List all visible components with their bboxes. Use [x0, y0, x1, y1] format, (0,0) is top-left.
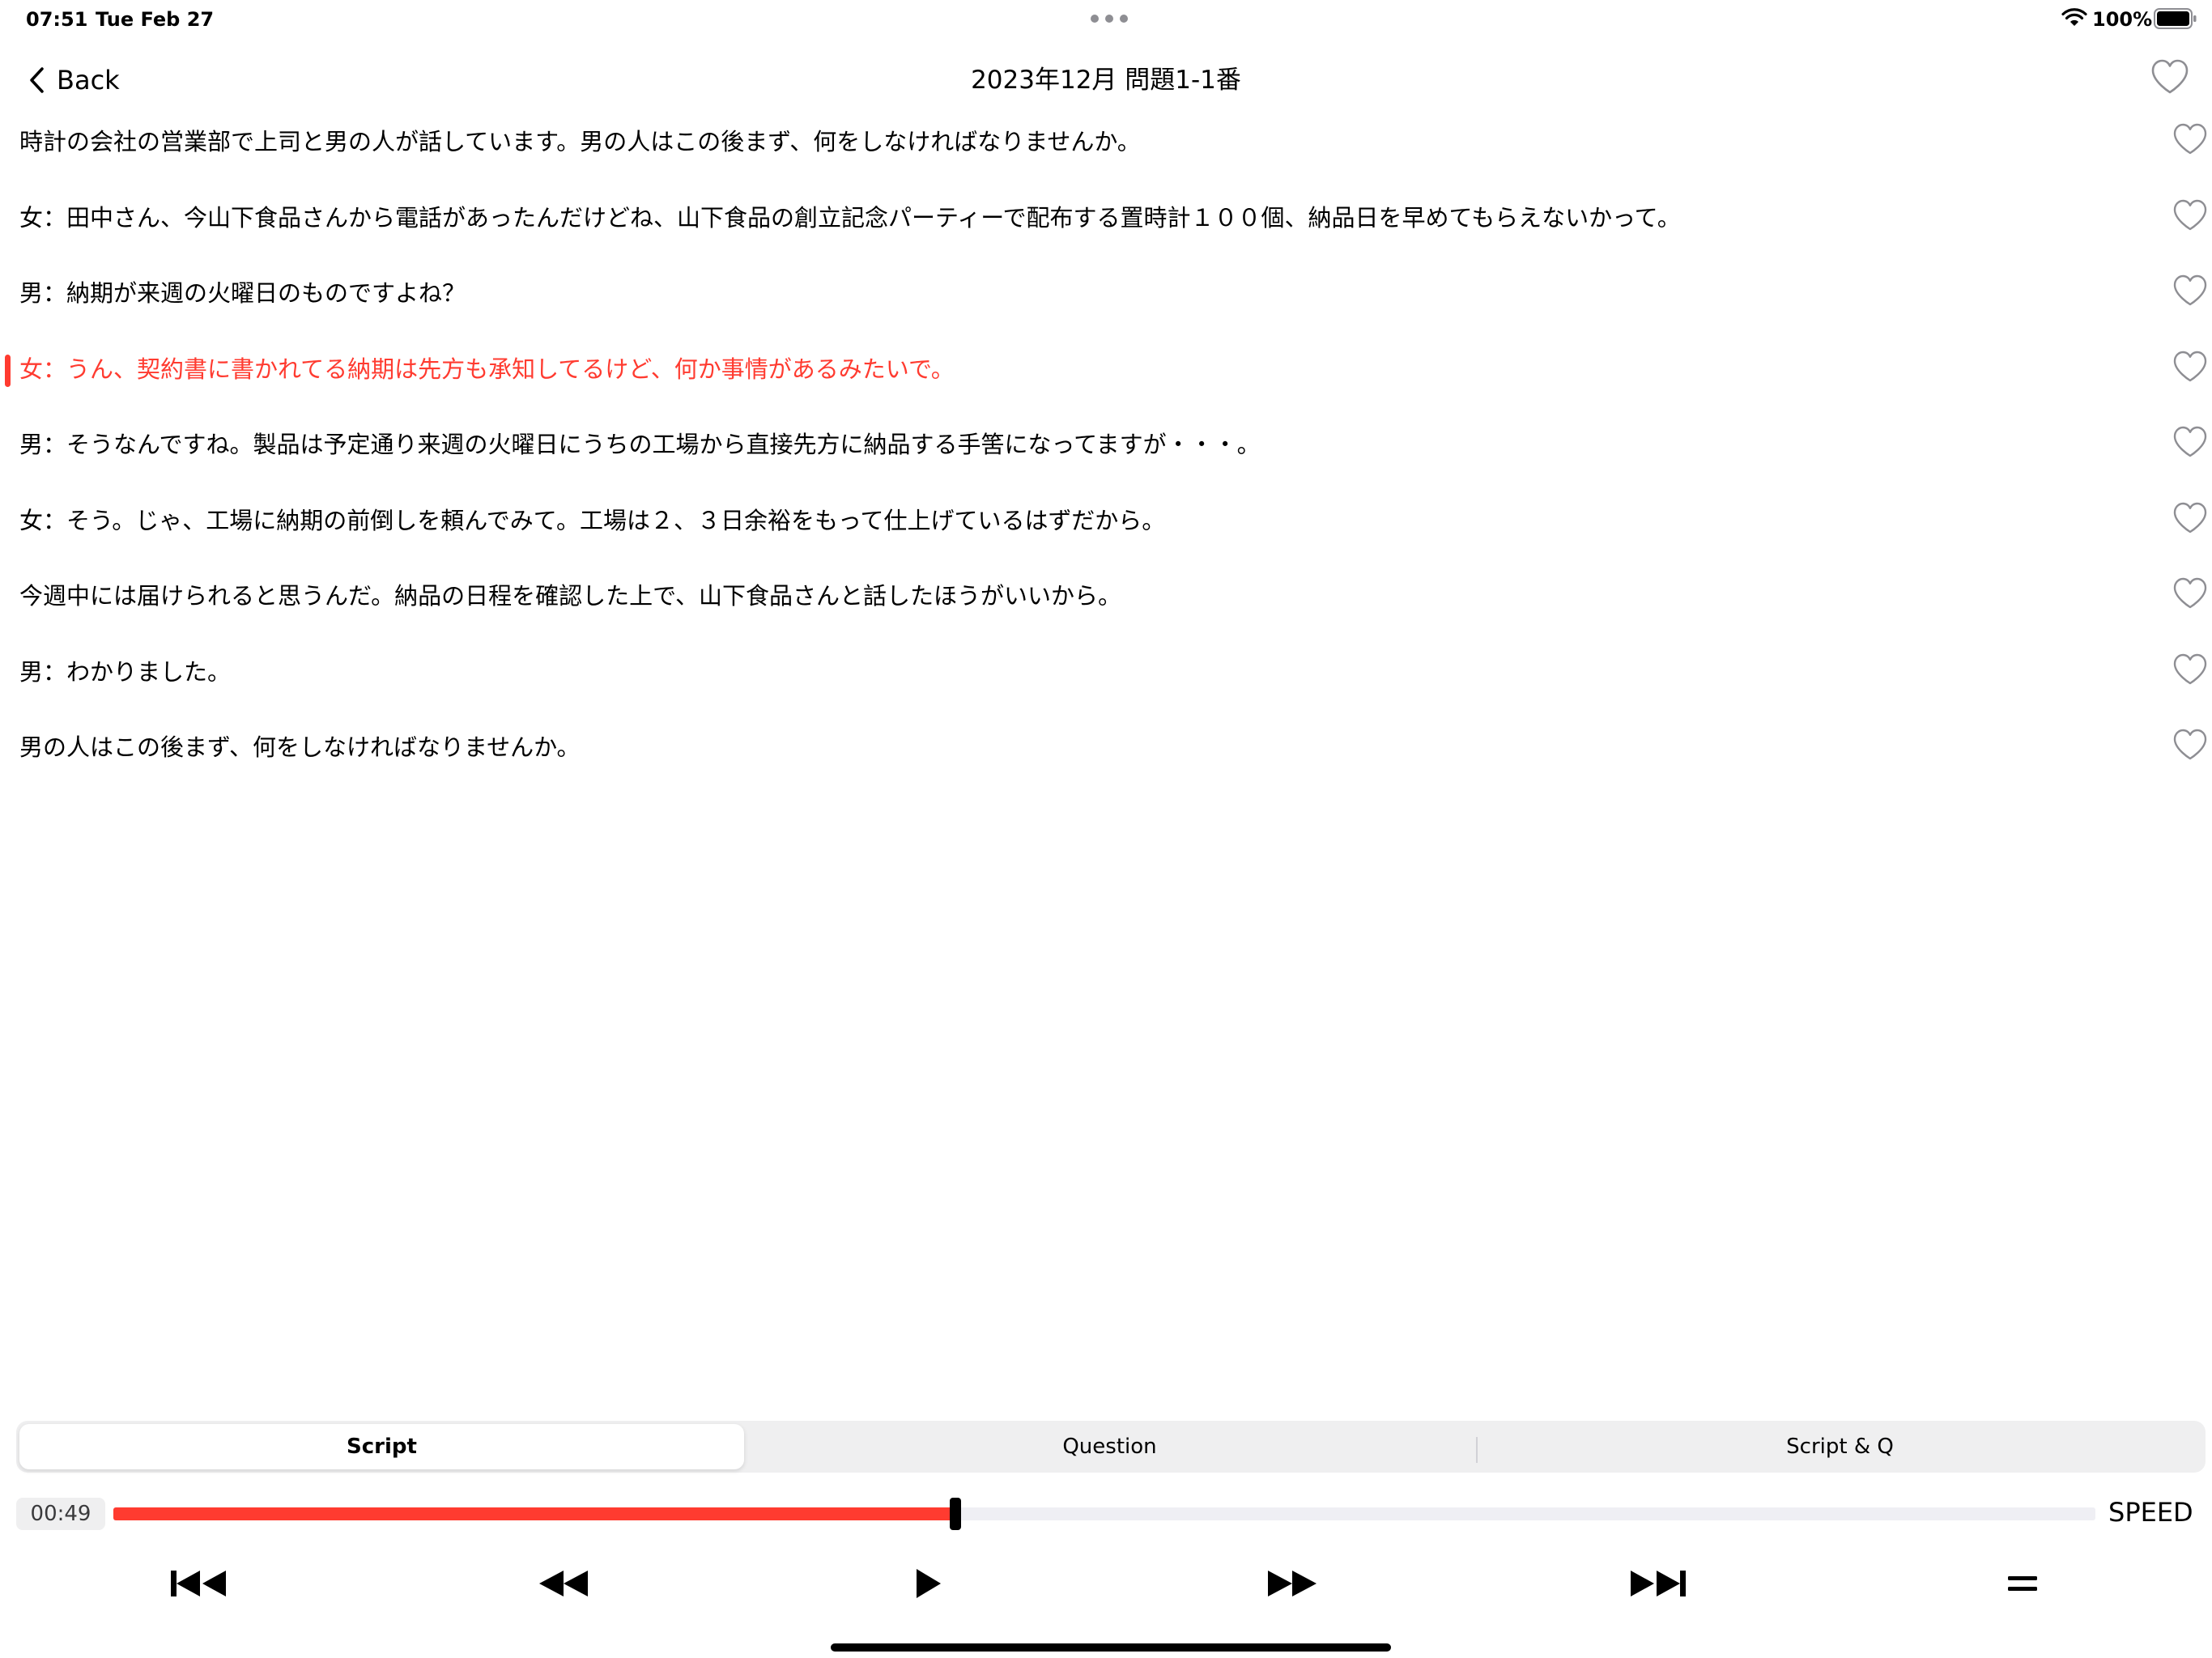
progress-slider[interactable]	[113, 1498, 2095, 1530]
line-favorite-heart-icon[interactable]	[2172, 576, 2208, 610]
script-line[interactable]: 時計の会社の営業部で上司と男の人が話しています。男の人はこの後まず、何をしなけれ…	[0, 117, 2212, 166]
fast-forward-icon	[1268, 1571, 1317, 1596]
line-favorite-heart-icon[interactable]	[2172, 653, 2208, 687]
tab-script-q[interactable]: Script & Q	[1478, 1424, 2202, 1469]
tab-script[interactable]: Script	[19, 1424, 744, 1469]
line-favorite-heart-icon[interactable]	[2172, 198, 2208, 232]
rewind-button[interactable]	[531, 1561, 596, 1606]
line-favorite-heart-icon[interactable]	[2172, 274, 2208, 308]
tab-segmented-control: Script Question Script & Q	[16, 1421, 2206, 1473]
multitasking-dots-icon[interactable]	[1091, 15, 1128, 24]
progress-thumb[interactable]	[950, 1498, 961, 1530]
status-time: 07:51	[26, 8, 88, 31]
script-line[interactable]: 男の人はこの後まず、何をしなければなりませんか。	[0, 723, 2212, 772]
line-favorite-heart-icon[interactable]	[2172, 425, 2208, 459]
reorder-button[interactable]	[1990, 1561, 2055, 1606]
back-label: Back	[57, 65, 120, 96]
app-screen: 07:51 Tue Feb 27 100% Back 2023年12月 問題1-…	[0, 0, 2212, 1658]
script-line-text: 女：うん、契約書に書かれてる納期は先方も承知してるけど、何か事情があるみたいで。	[19, 355, 955, 383]
script-line[interactable]: 男：そうなんですね。製品は予定通り来週の火曜日にうちの工場から直接先方に納品する…	[0, 420, 2212, 469]
reorder-icon	[2008, 1576, 2037, 1591]
line-favorite-heart-icon[interactable]	[2172, 728, 2208, 762]
active-line-marker	[5, 355, 11, 387]
line-favorite-heart-icon[interactable]	[2172, 350, 2208, 384]
script-line[interactable]: 今週中には届けられると思うんだ。納品の日程を確認した上で、山下食品さんと話したほ…	[0, 572, 2212, 620]
wifi-icon	[2061, 8, 2087, 26]
elapsed-time: 00:49	[16, 1498, 105, 1530]
tab-question[interactable]: Question	[747, 1424, 1472, 1469]
back-button[interactable]: Back	[28, 60, 120, 100]
script-line-text: 女：そう。じゃ、工場に納期の前倒しを頼んでみて。工場は２、３日余裕をもって仕上げ…	[19, 507, 1166, 534]
script-line-text: 男：納期が来週の火曜日のものですよね？	[19, 279, 466, 307]
script-line-text: 今週中には届けられると思うんだ。納品の日程を確認した上で、山下食品さんと話したほ…	[19, 582, 1121, 610]
line-favorite-heart-icon[interactable]	[2172, 122, 2208, 156]
script-line[interactable]: 女：田中さん、今山下食品さんから電話があったんだけどね、山下食品の創立記念パーテ…	[0, 193, 2212, 242]
battery-icon	[2154, 8, 2197, 29]
speed-button[interactable]: SPEED	[2108, 1496, 2193, 1528]
tab-divider	[1476, 1437, 1478, 1463]
script-line-text: 男：わかりました。	[19, 658, 232, 686]
home-indicator[interactable]	[831, 1643, 1391, 1652]
script-line[interactable]: 女：そう。じゃ、工場に納期の前倒しを頼んでみて。工場は２、３日余裕をもって仕上げ…	[0, 496, 2212, 545]
line-favorite-heart-icon[interactable]	[2172, 501, 2208, 535]
skip-to-end-icon	[1631, 1571, 1686, 1596]
chevron-left-icon	[30, 67, 44, 93]
status-date: Tue Feb 27	[96, 8, 215, 31]
page-title: 2023年12月 問題1-1番	[971, 66, 1241, 95]
script-line-text: 女：田中さん、今山下食品さんから電話があったんだけどね、山下食品の創立記念パーテ…	[19, 204, 1681, 232]
play-button[interactable]	[895, 1561, 960, 1606]
script-line[interactable]: 男：わかりました。	[0, 648, 2212, 696]
skip-to-start-icon	[171, 1571, 226, 1596]
script-line-text: 男：そうなんですね。製品は予定通り来週の火曜日にうちの工場から直接先方に納品する…	[19, 431, 1261, 458]
fast-forward-button[interactable]	[1260, 1561, 1325, 1606]
skip-to-start-button[interactable]	[166, 1561, 231, 1606]
skip-to-end-button[interactable]	[1626, 1561, 1691, 1606]
script-line-text: 時計の会社の営業部で上司と男の人が話しています。男の人はこの後まず、何をしなけれ…	[19, 128, 1141, 155]
script-line[interactable]: 男：納期が来週の火曜日のものですよね？	[0, 269, 2212, 317]
play-icon	[917, 1569, 941, 1598]
script-line-text: 男の人はこの後まず、何をしなければなりませんか。	[19, 733, 581, 761]
progress-fill	[113, 1507, 955, 1520]
battery-percentage: 100%	[2092, 8, 2153, 31]
script-line[interactable]: 女：うん、契約書に書かれてる納期は先方も承知してるけど、何か事情があるみたいで。	[0, 345, 2212, 393]
favorite-heart-icon[interactable]	[2150, 58, 2189, 96]
rewind-icon	[539, 1571, 588, 1596]
